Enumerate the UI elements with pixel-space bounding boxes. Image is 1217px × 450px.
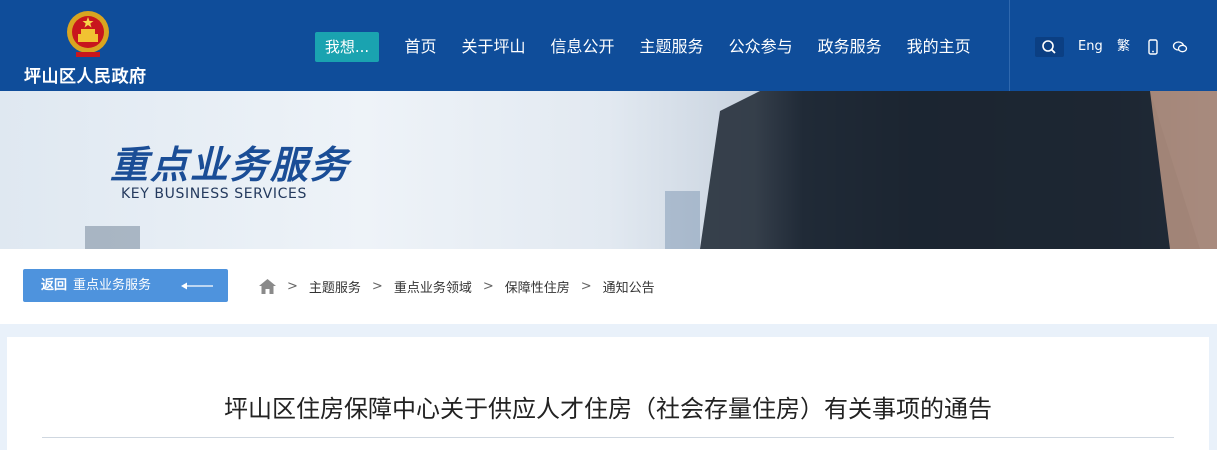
search-icon [1042,40,1056,54]
wechat-icon[interactable] [1171,38,1189,56]
banner-subtitle: KEY BUSINESS SERVICES [121,186,307,202]
back-button[interactable]: 返回 重点业务服务 [23,269,228,302]
title-divider [42,437,1174,438]
article-title: 坪山区住房保障中心关于供应人才住房（社会存量住房）有关事项的通告 [224,395,992,423]
back-prefix: 返回 [41,278,68,293]
back-label: 重点业务服务 [73,278,152,293]
breadcrumb-separator: > [287,279,298,294]
breadcrumb-separator: > [580,279,592,294]
breadcrumb: > 主题服务 > 重点业务领域 > 保障性住房 > 通知公告 [259,277,655,296]
traditional-chinese-link[interactable]: 繁 [1117,37,1130,57]
national-emblem-icon[interactable] [62,8,114,60]
breadcrumb-separator: > [371,279,383,294]
nav-topic-services[interactable]: 主题服务 [627,32,716,62]
header-divider [1009,0,1010,91]
nav-my-page[interactable]: 我的主页 [894,32,983,62]
nav-about[interactable]: 关于坪山 [449,32,538,62]
home-icon[interactable] [259,279,276,294]
site-name[interactable]: 坪山区人民政府 [24,62,147,87]
breadcrumb-housing[interactable]: 保障性住房 [505,277,570,296]
banner: 重点业务服务 KEY BUSINESS SERVICES [0,91,1217,249]
breadcrumb-topic-services[interactable]: 主题服务 [309,277,361,296]
wish-button[interactable]: 我想... [315,32,379,62]
nav-public-participation[interactable]: 公众参与 [716,32,805,62]
mobile-icon[interactable] [1144,38,1162,56]
english-link[interactable]: Eng [1078,37,1103,57]
nav-gov-services[interactable]: 政务服务 [805,32,894,62]
breadcrumb-notices[interactable]: 通知公告 [603,277,655,296]
site-header: 坪山区人民政府 我想... 首页 关于坪山 信息公开 主题服务 公众参与 政务服… [0,0,1217,91]
arrow-left-icon [181,282,213,290]
main-nav: 首页 关于坪山 信息公开 主题服务 公众参与 政务服务 我的主页 [392,32,983,62]
breadcrumb-bar: 返回 重点业务服务 > 主题服务 > 重点业务领域 > 保障性住房 > 通知公告 [0,249,1217,324]
nav-home[interactable]: 首页 [392,32,449,62]
breadcrumb-key-business[interactable]: 重点业务领域 [394,277,472,296]
banner-title: 重点业务服务 [110,142,351,187]
search-button[interactable] [1035,37,1064,57]
breadcrumb-separator: > [482,279,494,294]
article-panel: 坪山区住房保障中心关于供应人才住房（社会存量住房）有关事项的通告 [7,337,1209,450]
nav-info-open[interactable]: 信息公开 [538,32,627,62]
